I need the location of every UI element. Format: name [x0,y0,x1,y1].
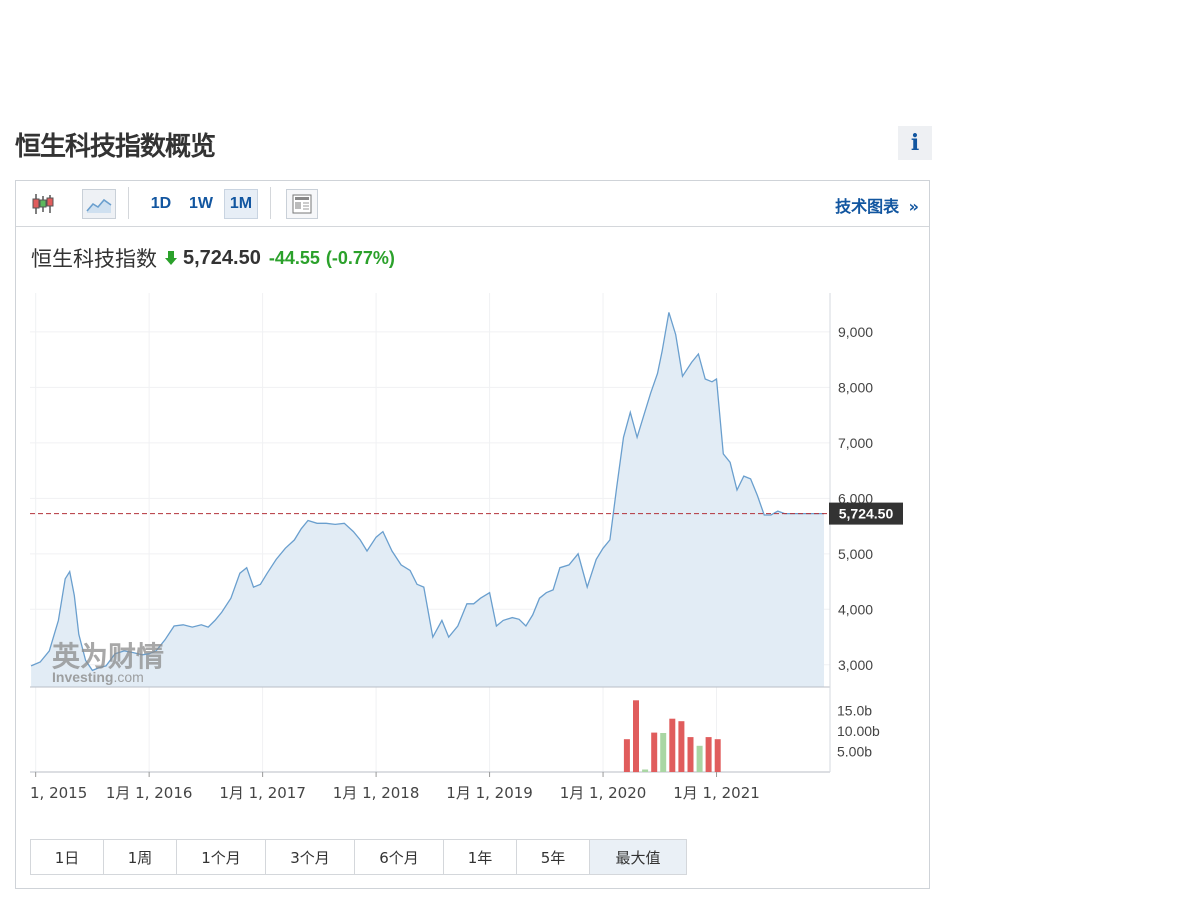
watermark-en: Investing.com [52,669,144,685]
volume-bar [633,700,639,773]
date-tick-label: 1月 1, 2021 [673,784,760,802]
volume-tick-label: 15.0b [837,703,872,719]
volume-bar [660,733,667,772]
volume-bar [678,721,685,772]
volume-bar [705,737,712,772]
price-chart[interactable]: 英为财情 Investing.com 3,0004,0005,0006,0007… [0,0,1200,900]
price-tick-label: 3,000 [838,657,873,673]
date-tick-label: 1月 1, 2018 [333,784,420,802]
range-1w[interactable]: 1周 [104,840,177,874]
price-tick-label: 9,000 [838,324,873,340]
volume-bar [714,739,721,772]
price-tick-label: 7,000 [838,435,873,451]
date-tick-label: 1月 1, 2020 [560,784,647,802]
price-tick-label: 5,000 [838,546,873,562]
volume-bar [669,718,676,772]
range-max[interactable]: 最大值 [590,840,686,874]
date-tick-label: 1月 1, 2019 [446,784,533,802]
price-tick-label: 4,000 [838,601,873,617]
range-6m[interactable]: 6个月 [355,840,444,874]
range-1d[interactable]: 1日 [31,840,104,874]
range-3m[interactable]: 3个月 [266,840,355,874]
date-tick-label: 1, 2015 [30,784,87,802]
volume-bar [651,732,658,772]
volume-bar [642,769,649,772]
last-price-badge: 5,724.50 [829,502,903,525]
volume-bar [687,737,694,772]
date-tick-label: 1月 1, 2016 [106,784,193,802]
range-1y[interactable]: 1年 [444,840,517,874]
range-selector: 1日 1周 1个月 3个月 6个月 1年 5年 最大值 [30,839,687,875]
price-tick-label: 8,000 [838,379,873,395]
date-tick-label: 1月 1, 2017 [219,784,306,802]
volume-bar [696,745,703,772]
last-price-label: 5,724.50 [839,506,894,522]
volume-tick-label: 10.00b [837,723,880,739]
volume-bar [623,739,630,772]
range-1m[interactable]: 1个月 [177,840,266,874]
range-5y[interactable]: 5年 [517,840,590,874]
volume-tick-label: 5.00b [837,744,872,760]
